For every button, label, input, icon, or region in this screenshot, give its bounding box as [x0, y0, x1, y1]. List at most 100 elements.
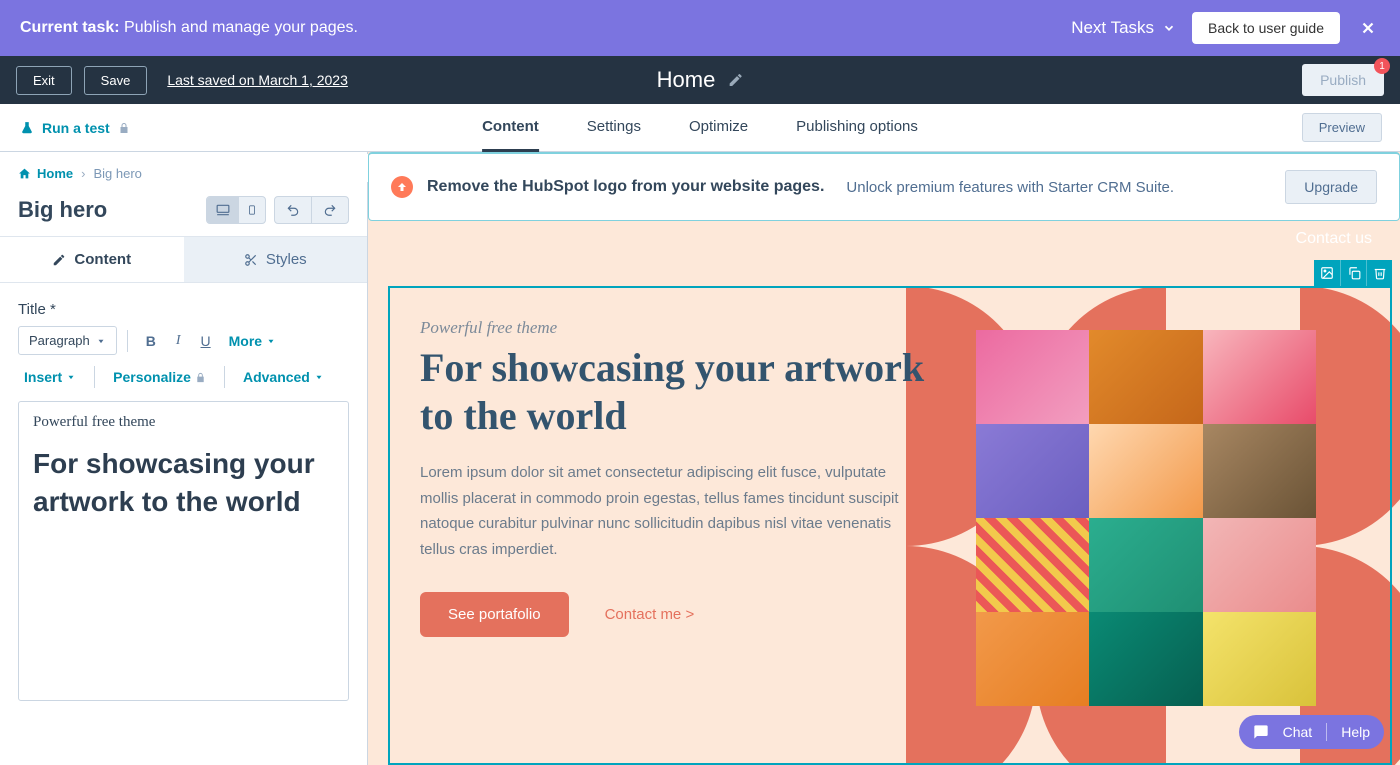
current-task-label: Current task: [20, 19, 120, 36]
run-test-label: Run a test [42, 120, 110, 136]
editor-bar-center: Home [657, 67, 744, 93]
upgrade-title: Remove the HubSpot logo from your websit… [427, 178, 824, 196]
upgrade-button[interactable]: Upgrade [1285, 170, 1377, 204]
product-cell [976, 518, 1089, 612]
pencil-icon[interactable] [727, 72, 743, 88]
tabs-center: Content Settings Optimize Publishing opt… [482, 104, 918, 152]
module-delete-icon[interactable] [1366, 260, 1392, 286]
flask-icon [20, 121, 34, 135]
desktop-view-button[interactable] [207, 197, 239, 223]
breadcrumb-home[interactable]: Home [18, 166, 73, 181]
rte-toolbar-row1: Paragraph B I U More [18, 326, 349, 355]
home-icon [18, 167, 31, 180]
last-saved-link[interactable]: Last saved on March 1, 2023 [167, 72, 348, 88]
mobile-view-button[interactable] [239, 197, 265, 223]
run-a-test-button[interactable]: Run a test [20, 120, 130, 136]
upgrade-banner: Remove the HubSpot logo from your websit… [368, 152, 1400, 221]
chat-icon [1253, 724, 1269, 740]
hero-body: Lorem ipsum dolor sit amet consectetur a… [420, 460, 900, 562]
title-field-label: Title * [18, 301, 349, 318]
cta-see-portfolio[interactable]: See portafolio [420, 592, 569, 637]
tab-content[interactable]: Content [482, 104, 539, 152]
product-cell [976, 330, 1089, 424]
publish-badge: 1 [1374, 58, 1390, 74]
editor-bar-left: Exit Save Last saved on March 1, 2023 [16, 66, 348, 95]
publish-button[interactable]: Publish 1 [1302, 64, 1384, 96]
subtab-styles[interactable]: Styles [184, 237, 368, 282]
main-area: Home › Big hero Big hero [0, 152, 1400, 765]
italic-button[interactable]: I [168, 329, 189, 353]
product-cell [976, 424, 1089, 518]
module-tools [1314, 260, 1392, 286]
tabs-bar: Run a test Content Settings Optimize Pub… [0, 104, 1400, 152]
product-image-grid [976, 330, 1316, 706]
task-bar-right: Next Tasks Back to user guide [1071, 12, 1380, 44]
page-title: Home [657, 67, 716, 93]
upgrade-icon [391, 176, 413, 198]
module-clone-icon[interactable] [1340, 260, 1366, 286]
tab-publishing-options[interactable]: Publishing options [796, 104, 918, 152]
paragraph-dropdown[interactable]: Paragraph [18, 326, 117, 355]
undo-redo-group [274, 196, 349, 224]
publish-label: Publish [1320, 72, 1366, 88]
chevron-down-icon [1162, 21, 1176, 35]
insert-label: Insert [24, 369, 62, 385]
insert-dropdown[interactable]: Insert [18, 365, 82, 389]
redo-button[interactable] [312, 197, 348, 223]
underline-button[interactable]: U [193, 329, 219, 353]
contact-us-link[interactable]: Contact us [1296, 230, 1372, 248]
hero-actions: See portafolio Contact me > [420, 592, 937, 637]
device-toggle [206, 196, 266, 224]
product-cell [976, 612, 1089, 706]
product-cell [1089, 612, 1202, 706]
rte-heading: For showcasing your artwork to the world [33, 445, 334, 521]
subtabs: Content Styles [0, 236, 367, 283]
exit-button[interactable]: Exit [16, 66, 72, 95]
more-dropdown[interactable]: More [223, 329, 282, 353]
preview-button[interactable]: Preview [1302, 113, 1382, 142]
rte-subtitle: Powerful free theme [33, 414, 334, 431]
product-cell [1203, 612, 1316, 706]
chat-separator [1326, 723, 1327, 741]
current-task-value: Publish and manage your pages. [124, 19, 358, 36]
personalize-button[interactable]: Personalize [107, 365, 212, 389]
breadcrumb-home-label: Home [37, 166, 73, 181]
tab-optimize[interactable]: Optimize [689, 104, 748, 152]
lock-icon [118, 122, 130, 134]
cta-contact-me[interactable]: Contact me > [605, 606, 695, 623]
toolbar-toggles [206, 196, 349, 224]
close-icon[interactable] [1356, 16, 1380, 40]
product-cell [1089, 424, 1202, 518]
canvas: Remove the HubSpot logo from your websit… [368, 152, 1400, 765]
toolbar-separator [224, 366, 225, 388]
advanced-label: Advanced [243, 369, 310, 385]
next-tasks-label: Next Tasks [1071, 18, 1154, 38]
lock-icon [195, 372, 206, 383]
scissors-icon [244, 253, 258, 267]
advanced-dropdown[interactable]: Advanced [237, 365, 330, 389]
chat-help-widget[interactable]: Chat Help [1239, 715, 1384, 749]
tab-settings[interactable]: Settings [587, 104, 641, 152]
next-tasks-dropdown[interactable]: Next Tasks [1071, 18, 1176, 38]
section-header: Big hero [0, 192, 367, 236]
toolbar-separator [127, 330, 128, 352]
save-button[interactable]: Save [84, 66, 148, 95]
pencil-icon [52, 253, 66, 267]
bold-button[interactable]: B [138, 329, 164, 353]
toolbar-separator [94, 366, 95, 388]
hero-heading: For showcasing your artwork to the world [420, 344, 937, 440]
section-title: Big hero [18, 197, 107, 223]
paragraph-dropdown-label: Paragraph [29, 333, 90, 348]
rte-textarea[interactable]: Powerful free theme For showcasing your … [18, 401, 349, 701]
undo-button[interactable] [275, 197, 312, 223]
chat-label: Chat [1283, 724, 1313, 740]
product-cell [1203, 424, 1316, 518]
back-to-guide-button[interactable]: Back to user guide [1192, 12, 1340, 44]
rte-toolbar-row2: Insert Personalize Advanced [18, 365, 349, 389]
hero-subtitle: Powerful free theme [420, 318, 937, 338]
subtab-styles-label: Styles [266, 251, 307, 268]
module-image-icon[interactable] [1314, 260, 1340, 286]
sidebar: Home › Big hero Big hero [0, 152, 368, 765]
editor-bar: Exit Save Last saved on March 1, 2023 Ho… [0, 56, 1400, 104]
subtab-content[interactable]: Content [0, 237, 184, 282]
